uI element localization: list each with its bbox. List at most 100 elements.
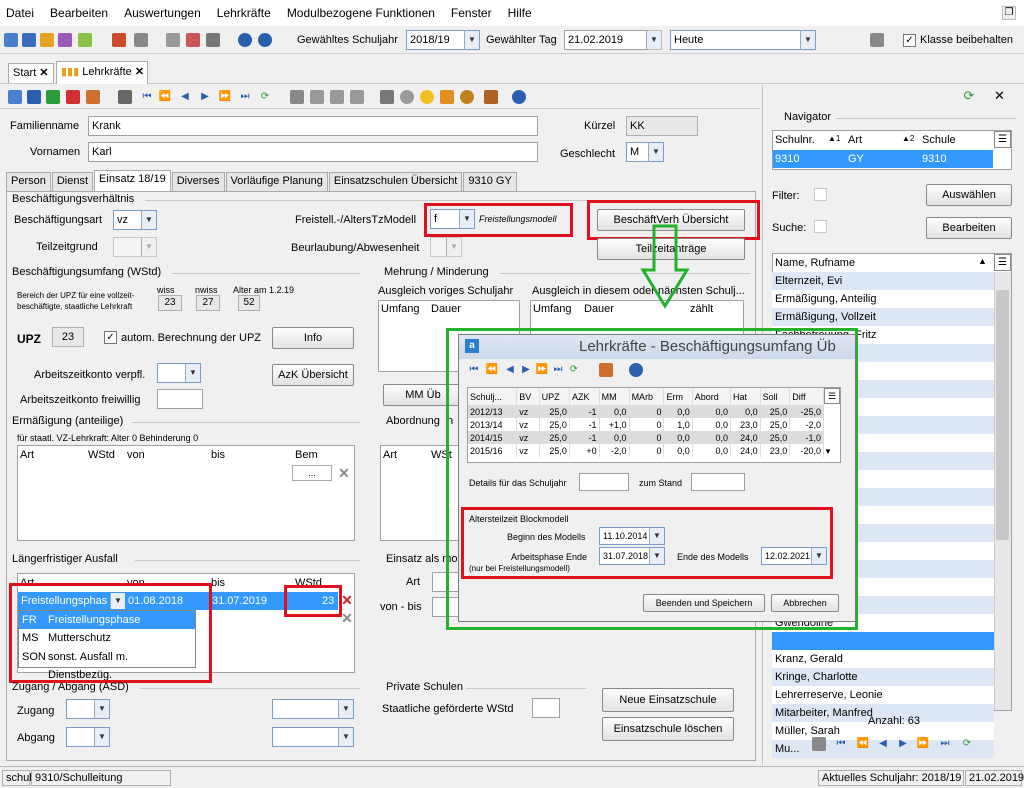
help-icon[interactable]	[258, 33, 272, 47]
tag-input[interactable]: 21.02.2019	[564, 30, 648, 50]
beurlaubung-select[interactable]: ▼	[430, 237, 462, 257]
teilzeitgrund-select[interactable]: ▼	[113, 237, 157, 257]
tag-dropdown[interactable]: ▼	[646, 30, 662, 50]
help-icon[interactable]	[512, 90, 526, 104]
last-record-icon[interactable]: ⏭	[238, 90, 252, 104]
next-record-icon[interactable]: ▶	[198, 90, 212, 104]
navigator-name-row[interactable]: Kringe, Charlotte	[772, 668, 994, 686]
info-icon[interactable]	[238, 33, 252, 47]
tab-start[interactable]: Start ✕	[8, 63, 54, 83]
einsatzschule-loeschen-button[interactable]: Einsatzschule löschen	[602, 717, 734, 741]
close-icon[interactable]: ✕	[135, 66, 144, 78]
zugang-select[interactable]: ▼	[66, 699, 110, 719]
menu-datei[interactable]: Datei	[6, 6, 34, 20]
help-icon[interactable]	[629, 363, 643, 377]
bulb-icon[interactable]	[420, 90, 434, 104]
kuerzel-input[interactable]: KK	[626, 116, 698, 136]
autom-checkbox[interactable]: ✓	[104, 331, 117, 344]
group-icon[interactable]	[22, 33, 36, 47]
chevron-down-icon[interactable]: ▼	[824, 447, 832, 456]
dialog-col-header[interactable]: BV	[516, 388, 540, 405]
export-icon[interactable]	[599, 363, 613, 377]
upz-input[interactable]: 23	[52, 327, 84, 347]
printer-icon[interactable]	[380, 90, 394, 104]
prev-page-icon[interactable]: ⏪	[856, 737, 870, 751]
suche-checkbox[interactable]	[814, 220, 827, 233]
calc-icon[interactable]	[134, 33, 148, 47]
settings-icon[interactable]	[870, 33, 884, 47]
scrollbar-thumb[interactable]	[996, 290, 1009, 540]
zugang-date-select[interactable]: ▼	[272, 699, 354, 719]
column-chooser-icon[interactable]: ☰	[994, 131, 1011, 148]
vornamen-input[interactable]: Karl	[88, 142, 538, 162]
alter-input[interactable]: 52	[238, 295, 260, 311]
tab-person[interactable]: Person	[6, 172, 51, 191]
dialog-col-header[interactable]: Soll	[760, 388, 791, 405]
dialog-col-header[interactable]: Erm	[663, 388, 693, 405]
dialog-col-header[interactable]: Schulj...	[468, 388, 518, 405]
sort-asc-icon[interactable]: ▲	[978, 256, 987, 266]
last-record-icon[interactable]: ⏭	[551, 363, 565, 377]
heute-select[interactable]: Heute ▼	[670, 30, 816, 50]
save-icon[interactable]	[27, 90, 41, 104]
abbrechen-button[interactable]: Abbrechen	[771, 594, 839, 612]
details-schuljahr-input[interactable]	[579, 473, 629, 491]
geschlecht-select[interactable]: M ▼	[626, 142, 664, 162]
menu-modulbezogene[interactable]: Modulbezogene Funktionen	[287, 6, 435, 20]
refresh-icon[interactable]: ⟳	[258, 90, 272, 104]
book-icon[interactable]	[112, 33, 126, 47]
close-icon[interactable]: ✕	[994, 88, 1005, 104]
klasse-checkbox[interactable]: ✓	[903, 34, 916, 47]
tab-einsatzschulen[interactable]: Einsatzschulen Übersicht	[328, 172, 463, 191]
disk-icon[interactable]	[400, 90, 414, 104]
menu-bearbeiten[interactable]: Bearbeiten	[50, 6, 108, 20]
dialog-col-header[interactable]: Hat	[730, 388, 761, 405]
dialog-col-header[interactable]: AZK	[569, 388, 600, 405]
stand-input[interactable]	[691, 473, 745, 491]
familienname-input[interactable]: Krank	[88, 116, 538, 136]
dialog-table-row[interactable]: 2015/16 vz 25,0 +0 -2,0 0 0,0 0,0 24,0 23,0 -20,0	[468, 444, 824, 457]
first-record-icon[interactable]: ⏮	[467, 363, 481, 377]
azk-uebersicht-button[interactable]: AzK Übersicht	[272, 364, 354, 386]
neue-einsatzschule-button[interactable]: Neue Einsatzschule	[602, 688, 734, 712]
dialog-col-header[interactable]: UPZ	[539, 388, 570, 405]
tab-lehrkraefte[interactable]: ▮▮▮ Lehrkräfte ✕	[56, 61, 148, 84]
tab-einsatz[interactable]: Einsatz 18/19	[94, 170, 171, 191]
prev-page-icon[interactable]: ⏪	[158, 90, 172, 104]
navigator-name-row[interactable]: Kranz, Gerald	[772, 650, 994, 668]
next-page-icon[interactable]: ⏩	[916, 737, 930, 751]
prev-record-icon[interactable]: ◀	[503, 363, 517, 377]
dialog-table-row[interactable]: 2014/15 vz 25,0 -1 0,0 0 0,0 0,0 24,0 25,0 -1,0	[468, 431, 824, 444]
azk-frei-input[interactable]	[157, 389, 203, 409]
navigator-name-row[interactable]: Ermäßigung, Anteilig	[772, 290, 994, 308]
auswaehlen-button[interactable]: Auswählen	[926, 184, 1012, 206]
arrow-left-icon[interactable]	[290, 90, 304, 104]
refresh-icon[interactable]: ⟳	[567, 363, 581, 377]
private-wstd-input[interactable]	[532, 698, 560, 718]
print-icon[interactable]	[86, 90, 100, 104]
beenden-speichern-button[interactable]: Beenden und Speichern	[643, 594, 765, 612]
umfang-grid[interactable]: Schulj... BV UPZ AZK MM MArb Erm Abord Hat Soll Di…	[467, 387, 841, 463]
first-record-icon[interactable]: ⏮	[140, 90, 154, 104]
dialog-col-header[interactable]: Abord	[692, 388, 731, 405]
abgang-date-select[interactable]: ▼	[272, 727, 354, 747]
refresh-icon[interactable]: ⟳	[962, 89, 976, 103]
window-restore-icon[interactable]: ❐	[1002, 6, 1016, 20]
navigator-name-row[interactable]: Ermäßigung, Vollzeit	[772, 308, 994, 326]
sort-asc-icon[interactable]: ▲2	[902, 134, 914, 143]
azk-select[interactable]: ▼	[157, 363, 201, 383]
teacher-icon[interactable]	[40, 33, 54, 47]
list-icon[interactable]	[118, 90, 132, 104]
tab-planung[interactable]: Vorläufige Planung	[225, 172, 328, 191]
prev-page-icon[interactable]: ⏪	[485, 363, 499, 377]
prev-record-icon[interactable]: ◀	[876, 737, 890, 751]
navigator-name-row[interactable]: Elternzeit, Evi	[772, 272, 994, 290]
nwiss-input[interactable]: 27	[196, 295, 220, 311]
wiss-input[interactable]: 23	[158, 295, 182, 311]
dialog-table-row[interactable]: 2013/14 vz 25,0 -1 +1,0 0 1,0 0,0 23,0 25,0 -2,0	[468, 418, 824, 431]
column-chooser-icon[interactable]: ☰	[824, 388, 840, 404]
bem-ellipsis-button[interactable]: ...	[292, 465, 332, 481]
bearbeiten-button[interactable]: Bearbeiten	[926, 217, 1012, 239]
chat-icon[interactable]	[78, 33, 92, 47]
new-icon[interactable]	[8, 90, 22, 104]
